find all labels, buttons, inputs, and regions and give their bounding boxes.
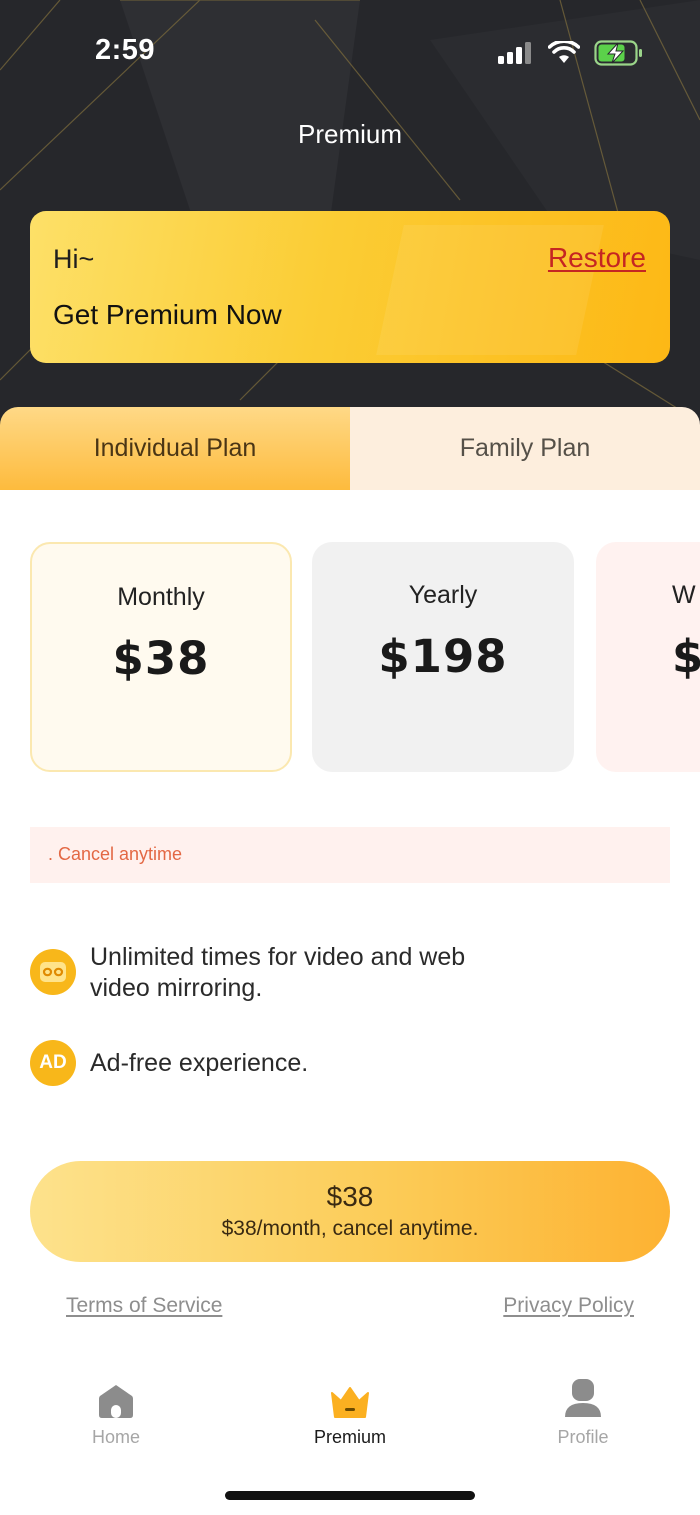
nav-item-profile[interactable]: Profile: [513, 1375, 653, 1448]
page-title: Premium: [297, 119, 402, 149]
status-time: 2:59: [95, 34, 156, 66]
battery-charging-icon: [594, 40, 642, 66]
ad-icon: AD: [30, 1040, 76, 1086]
crown-icon: [331, 1387, 369, 1418]
wifi-icon: [548, 41, 580, 63]
nav-label: Premium: [313, 1427, 386, 1447]
tab-family-plan[interactable]: Family Plan: [350, 407, 700, 490]
infinity-icon: [30, 949, 76, 995]
ad-icon-label: AD: [39, 1052, 67, 1073]
plan-card-yearly[interactable]: Yearly $198: [312, 542, 574, 772]
plan-name: W: [672, 581, 696, 609]
tab-individual-plan[interactable]: Individual Plan: [0, 407, 350, 490]
price-options: Monthly $38 Yearly $198 W $: [0, 542, 700, 774]
profile-icon: [565, 1379, 601, 1417]
privacy-policy-link[interactable]: Privacy Policy: [503, 1294, 634, 1318]
plan-tabs: Individual Plan Family Plan: [0, 407, 700, 490]
feature-text: Unlimited times for video and web video …: [90, 943, 466, 1002]
cancel-anytime-note: . Cancel anytime: [30, 827, 670, 883]
nav-label: Home: [91, 1427, 140, 1447]
subscribe-price: $38: [326, 1181, 374, 1212]
premium-promo-card: Hi~ Get Premium Now Restore: [30, 211, 670, 363]
promo-headline: Get Premium Now: [53, 299, 282, 330]
plan-name: Yearly: [408, 581, 478, 609]
feature-text: Ad-free experience.: [90, 1048, 309, 1077]
home-icon: [99, 1385, 133, 1418]
nav-item-home[interactable]: Home: [46, 1375, 186, 1448]
plan-card-monthly[interactable]: Monthly $38: [30, 542, 292, 772]
plan-price: $38: [112, 632, 210, 685]
terms-of-service-link[interactable]: Terms of Service: [66, 1294, 222, 1318]
restore-link[interactable]: Restore: [548, 242, 646, 274]
subscribe-button[interactable]: $38 $38/month, cancel anytime.: [30, 1161, 670, 1262]
feature-item-unlimited: Unlimited times for video and web video …: [30, 942, 530, 1004]
cellular-signal-icon: [498, 42, 531, 64]
plan-name: Monthly: [117, 583, 205, 611]
nav-item-premium[interactable]: Premium: [280, 1375, 420, 1448]
status-bar: 2:59: [0, 0, 700, 100]
status-icons: [498, 38, 644, 68]
subscribe-subtitle: $38/month, cancel anytime.: [221, 1217, 479, 1240]
bottom-navigation: Home Premium Profile: [0, 1375, 700, 1465]
plan-card-partial[interactable]: W $: [596, 542, 700, 772]
home-indicator[interactable]: [225, 1491, 475, 1500]
plan-price: $: [672, 630, 700, 683]
feature-item-ad-free: AD Ad-free experience.: [30, 1040, 530, 1086]
plan-price: $198: [378, 630, 508, 683]
promo-greeting: Hi~: [53, 244, 95, 274]
nav-label: Profile: [557, 1427, 609, 1447]
